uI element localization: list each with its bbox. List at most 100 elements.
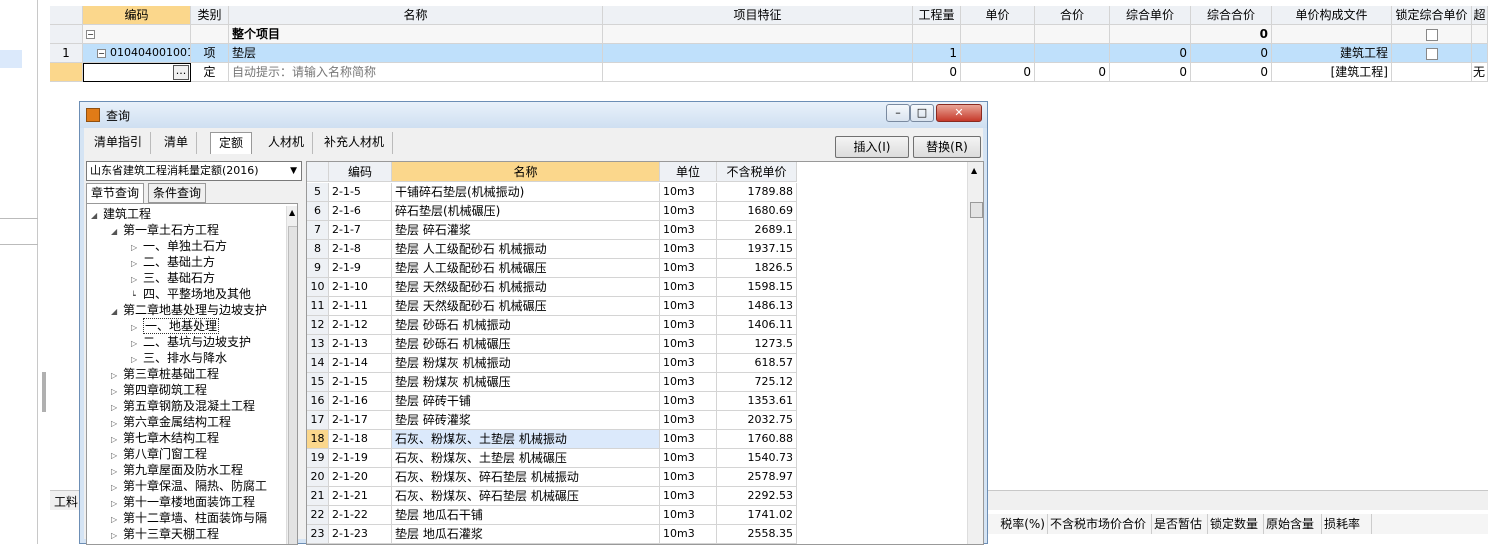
tree-node[interactable]: ┕ 四、平整场地及其他 (131, 286, 251, 302)
tree-node[interactable]: ▷ 第九章屋面及防水工程 (111, 462, 243, 478)
item-name[interactable]: 垫层 (229, 44, 603, 63)
tree-node[interactable]: ▷ 二、基础土方 (131, 254, 215, 270)
group-row[interactable]: − 整个项目 0 (50, 25, 1488, 44)
header-price[interactable]: 单价 (961, 6, 1035, 25)
tab-labor-material[interactable]: 人材机 (260, 132, 314, 154)
tree-node[interactable]: ▷ 一、单独土石方 (131, 238, 227, 254)
tab-extra-labor-material[interactable]: 补充人材机 (316, 132, 394, 154)
item-file[interactable]: 建筑工程 (1272, 44, 1392, 63)
header-price-file[interactable]: 单价构成文件 (1272, 6, 1392, 25)
quota-library-select[interactable]: 山东省建筑工程消耗量定额(2016) ▼ (86, 161, 302, 181)
scroll-up-icon[interactable]: ▲ (289, 208, 295, 217)
tree-node[interactable]: ◢ 建筑工程 (91, 206, 151, 222)
collapsed-triangle-icon[interactable]: ▷ (111, 528, 123, 544)
tree-node[interactable]: ▷ 三、基础石方 (131, 270, 215, 286)
lock-checkbox[interactable] (1425, 47, 1438, 60)
quota-code: 2-1-11 (329, 297, 392, 316)
header-unit-comp[interactable]: 综合单价 (1110, 6, 1191, 25)
col-loss-rate[interactable]: 损耗率 (1322, 514, 1372, 534)
scroll-thumb[interactable] (970, 202, 983, 218)
quota-unit: 10m3 (660, 468, 717, 487)
header-code[interactable]: 编码 (83, 6, 191, 25)
header-index (50, 6, 83, 25)
col-provisional[interactable]: 是否暂估 (1152, 514, 1208, 534)
chapter-tree: ◢ 建筑工程 ◢ 第一章土石方工程 ▷ 一、单独土石方 ▷ 二、基础土方 ▷ 三、基础石方 ┕ 四、平… (86, 203, 298, 545)
header-sum[interactable]: 合价 (1035, 6, 1110, 25)
scroll-thumb[interactable] (288, 226, 297, 544)
input-qty[interactable]: 0 (913, 63, 961, 82)
expanded-triangle-icon[interactable]: ◢ (91, 208, 103, 224)
tree-node[interactable]: ▷ 第十二章墙、柱面装饰与隔 (111, 510, 267, 526)
col-tax-rate[interactable]: 税率(%) (986, 514, 1048, 534)
tab-bill[interactable]: 清单 (156, 132, 198, 154)
collapse-icon[interactable]: − (97, 48, 106, 58)
scroll-up-icon[interactable]: ▲ (971, 166, 977, 175)
header-lock[interactable]: 锁定综合单价 (1392, 6, 1472, 25)
tree-node[interactable]: ◢ 第一章土石方工程 (111, 222, 219, 238)
tree-node[interactable]: ▷ 第三章桩基础工程 (111, 366, 219, 382)
list-header-price[interactable]: 不含税单价 (717, 162, 797, 182)
row-index: 10 (307, 278, 329, 297)
list-header-code[interactable]: 编码 (329, 162, 392, 182)
tree-node[interactable]: ◢ 第二章地基处理与边坡支护 (111, 302, 267, 318)
col-market-total[interactable]: 不含税市场价合价 (1048, 514, 1152, 534)
subtab-condition[interactable]: 条件查询 (148, 183, 207, 203)
tree-node[interactable]: ▷ 第八章门窗工程 (111, 446, 207, 462)
col-lock-qty[interactable]: 锁定数量 (1208, 514, 1264, 534)
ellipsis-button[interactable]: ... (173, 65, 189, 80)
maximize-icon[interactable]: □ (910, 104, 934, 122)
tree-node[interactable]: ▷ 第六章金属结构工程 (111, 414, 231, 430)
list-header-name[interactable]: 名称 (392, 162, 660, 182)
header-extra[interactable]: 超 (1472, 6, 1488, 25)
cell (1035, 25, 1110, 44)
tree-node-label: 三、排水与降水 (143, 351, 228, 365)
tab-bill-guide[interactable]: 清单指引 (86, 132, 152, 154)
quota-unit: 10m3 (660, 487, 717, 506)
bottom-tab-gongliao[interactable]: 工料 (54, 493, 78, 510)
header-name[interactable]: 名称 (229, 6, 603, 25)
minimize-icon[interactable]: – (886, 104, 910, 122)
tree-scrollbar[interactable]: ▲ (286, 206, 297, 544)
tree-node[interactable]: ▷ 三、排水与降水 (131, 350, 227, 366)
tree-node[interactable]: ▷ 第十三章天棚工程 (111, 526, 219, 542)
app-icon (86, 108, 100, 122)
list-header-unit[interactable]: 单位 (660, 162, 717, 182)
insert-button[interactable]: 插入(I) (835, 136, 909, 158)
quota-price: 2689.1 (717, 221, 797, 240)
pane-splitter[interactable] (42, 372, 46, 412)
input-file[interactable]: [建筑工程] (1272, 63, 1392, 82)
quota-code: 2-1-18 (329, 430, 392, 449)
header-total-comp[interactable]: 综合合价 (1191, 6, 1272, 25)
tree-node[interactable]: ▷ 二、基坑与边坡支护 (131, 334, 251, 350)
item-feature[interactable] (603, 44, 913, 63)
tab-quota[interactable]: 定额 (210, 132, 253, 154)
header-feature[interactable]: 项目特征 (603, 6, 913, 25)
input-row[interactable]: ... 定 自动提示：请输入名称简称 0 0 0 0 0 [建筑工程] 无 (50, 63, 1488, 82)
close-icon[interactable]: ✕ (936, 104, 982, 122)
left-pane-selection[interactable] (0, 50, 22, 68)
tree-node[interactable]: ▷ 第七章木结构工程 (111, 430, 219, 446)
tree-node[interactable]: ▷ 第五章钢筋及混凝土工程 (111, 398, 255, 414)
expanded-triangle-icon[interactable]: ◢ (111, 304, 123, 320)
col-original-content[interactable]: 原始含量 (1264, 514, 1322, 534)
dialog-title-bar[interactable]: 查询 – □ ✕ (80, 102, 987, 128)
tree-node[interactable]: ▷ 第四章砌筑工程 (111, 382, 207, 398)
name-hint[interactable]: 自动提示：请输入名称简称 (229, 63, 603, 82)
cell: −010404001001 (83, 44, 191, 63)
lock-checkbox[interactable] (1425, 28, 1438, 41)
tree-node[interactable]: ▷ 第十章保温、隔热、防腐工 (111, 478, 267, 494)
item-qty[interactable]: 1 (913, 44, 961, 63)
header-type[interactable]: 类别 (191, 6, 229, 25)
header-qty[interactable]: 工程量 (913, 6, 961, 25)
expanded-triangle-icon[interactable]: ◢ (111, 224, 123, 240)
subtab-chapter[interactable]: 章节查询 (86, 183, 145, 203)
input-price[interactable]: 0 (961, 63, 1035, 82)
replace-button[interactable]: 替换(R) (913, 136, 981, 158)
tree-node[interactable]: ▷ 一、地基处理 (131, 318, 220, 334)
item-unit-comp: 0 (1110, 44, 1191, 63)
list-scrollbar[interactable]: ▲ (967, 162, 983, 544)
tree-node[interactable]: ▷ 第十一章楼地面装饰工程 (111, 494, 255, 510)
collapse-icon[interactable]: − (86, 30, 95, 39)
code-input[interactable]: ... (83, 63, 191, 82)
item-row[interactable]: 1 −010404001001 项 垫层 1 0 0 建筑工程 (50, 44, 1488, 63)
